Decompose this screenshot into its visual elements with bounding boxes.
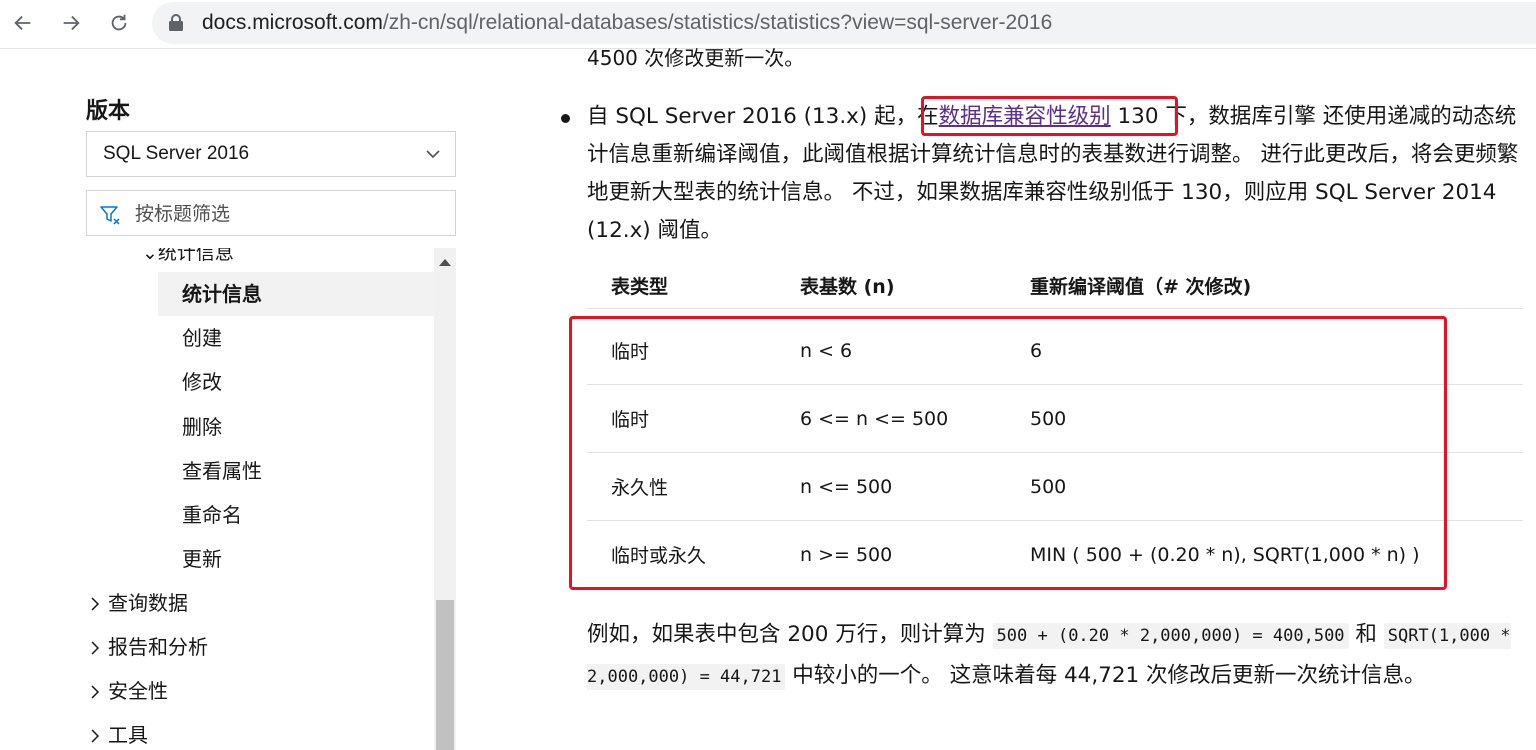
- table-of-contents: ⌄统计信息 统计信息 创建 修改 删除 查看属性 重命名 更新 查询数据 报告和…: [86, 248, 434, 750]
- toc-parent-item[interactable]: ⌄统计信息: [142, 248, 234, 264]
- chevron-right-icon: [91, 641, 100, 655]
- header-table-type: 表类型: [587, 262, 800, 309]
- url-text[interactable]: docs.microsoft.com/zh-cn/sql/relational-…: [202, 11, 1052, 35]
- arrow-right-icon: [63, 15, 80, 31]
- toc-item-modify[interactable]: 修改: [158, 360, 434, 404]
- toc-group-label: 查询数据: [108, 591, 188, 615]
- scroll-up-icon[interactable]: [439, 258, 451, 266]
- arrow-left-icon: [14, 15, 31, 31]
- version-select[interactable]: SQL Server 2016: [86, 131, 456, 177]
- chevron-down-icon: [426, 150, 440, 159]
- toc-group-label: 报告和分析: [108, 635, 208, 659]
- chevron-right-icon: [91, 685, 100, 699]
- bullet-prefix: 自 SQL Server 2016 (13.x) 起，在: [587, 104, 939, 129]
- toc-filter-box[interactable]: [86, 190, 456, 236]
- toc-item-statistics[interactable]: 统计信息: [158, 272, 434, 316]
- toc-group-reporting[interactable]: 报告和分析: [90, 625, 208, 669]
- reload-icon: [111, 14, 127, 31]
- version-heading: 版本: [86, 99, 131, 124]
- toc-item-create[interactable]: 创建: [158, 316, 434, 360]
- example-text-1: 例如，如果表中包含 200 万行，则计算为: [587, 622, 993, 647]
- highlight-annotation: [921, 96, 1178, 136]
- toc-group-label: 安全性: [108, 679, 168, 703]
- forward-button[interactable]: [56, 8, 86, 38]
- highlight-annotation: [569, 316, 1447, 590]
- toc-group-query-data[interactable]: 查询数据: [90, 581, 188, 625]
- example-text-3: 中较小的一个。 这意味着每 44,721 次修改后更新一次统计信息。: [785, 663, 1426, 688]
- table-header-row: 表类型 表基数 (n) 重新编译阈值（# 次修改): [587, 262, 1523, 309]
- toc-scrollbar[interactable]: [434, 248, 456, 750]
- back-button[interactable]: [8, 8, 38, 38]
- toc-item-rename[interactable]: 重命名: [158, 493, 434, 537]
- address-bar[interactable]: docs.microsoft.com/zh-cn/sql/relational-…: [152, 2, 1536, 44]
- lock-icon: [169, 14, 183, 31]
- chevron-right-icon: [91, 597, 100, 611]
- bullet-marker: [561, 114, 570, 123]
- reload-button[interactable]: [104, 8, 134, 38]
- url-path: /zh-cn/sql/relational-databases/statisti…: [382, 11, 1053, 34]
- inline-code: 500 + (0.20 * 2,000,000) = 400,500: [992, 623, 1349, 649]
- paragraph-fragment: 4500 次修改更新一次。: [587, 46, 805, 70]
- toc-item-update[interactable]: 更新: [158, 537, 434, 581]
- chevron-right-icon: [91, 729, 100, 743]
- filter-icon: [100, 206, 120, 225]
- example-text-2: 和: [1348, 622, 1384, 647]
- toc-item-delete[interactable]: 删除: [158, 405, 434, 449]
- example-paragraph: 例如，如果表中包含 200 万行，则计算为 500 + (0.20 * 2,00…: [587, 615, 1517, 697]
- scrollbar-thumb[interactable]: [436, 600, 454, 750]
- toc-group-label: 工具: [108, 723, 148, 747]
- toc-group-security[interactable]: 安全性: [90, 669, 168, 713]
- url-domain: docs.microsoft.com: [202, 11, 383, 34]
- toc-parent-label: 统计信息: [157, 248, 234, 264]
- header-cardinality: 表基数 (n): [800, 262, 1030, 309]
- toc-item-view-properties[interactable]: 查看属性: [158, 449, 434, 493]
- toc-filter-input[interactable]: [133, 199, 437, 229]
- version-select-value: SQL Server 2016: [103, 143, 250, 164]
- toc-group-tools[interactable]: 工具: [90, 713, 148, 750]
- header-threshold: 重新编译阈值（# 次修改): [1030, 262, 1523, 309]
